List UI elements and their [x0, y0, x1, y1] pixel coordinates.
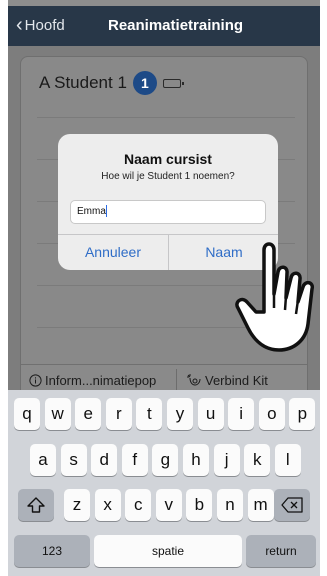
key-t[interactable]: t [136, 398, 163, 430]
backspace-key[interactable] [274, 489, 310, 521]
info-tab-label: Inform...nimatiepop [45, 373, 157, 388]
key-x[interactable]: x [94, 489, 121, 521]
key-k[interactable]: k [244, 444, 271, 476]
key-a[interactable]: a [30, 444, 56, 476]
chevron-left-icon: ‹ [16, 14, 23, 36]
key-q[interactable]: q [14, 398, 40, 430]
text-caret [105, 205, 107, 218]
dialog-title: Naam cursist [124, 151, 212, 167]
student-name-input[interactable]: Emma [70, 200, 266, 224]
student-header: A Student 1 1 [39, 71, 184, 95]
key-v[interactable]: v [155, 489, 182, 521]
key-r[interactable]: r [105, 398, 132, 430]
key-h[interactable]: h [183, 444, 209, 476]
key-c[interactable]: c [125, 489, 152, 521]
connect-kit-icon [187, 374, 201, 386]
input-value: Emma [77, 206, 106, 217]
page-title: Reanimatietraining [108, 17, 244, 34]
key-w[interactable]: w [44, 398, 71, 430]
dialog-message: Hoe wil je Student 1 noemen? [101, 171, 235, 182]
space-key[interactable]: spatie [94, 535, 242, 567]
key-j[interactable]: j [213, 444, 240, 476]
connect-kit-label: Verbind Kit [205, 373, 268, 388]
battery-icon [162, 78, 184, 88]
key-e[interactable]: e [75, 398, 102, 430]
key-m[interactable]: m [247, 489, 274, 521]
back-label: Hoofd [24, 16, 65, 34]
student-number-badge: 1 [132, 71, 157, 95]
key-l[interactable]: l [274, 444, 301, 476]
info-tab[interactable]: Inform...nimatiepop [29, 373, 156, 388]
key-p[interactable]: p [289, 398, 316, 430]
grid-line [37, 117, 295, 118]
key-f[interactable]: f [121, 444, 148, 476]
numbers-key[interactable]: 123 [14, 535, 90, 567]
cancel-button[interactable]: Annuleer [58, 234, 168, 270]
return-key[interactable]: return [246, 535, 316, 567]
key-d[interactable]: d [91, 444, 118, 476]
key-i[interactable]: i [228, 398, 255, 430]
connect-kit-tab[interactable]: Verbind Kit [186, 373, 268, 388]
key-g[interactable]: g [152, 444, 179, 476]
student-name: A Student 1 [39, 73, 127, 92]
pointing-hand-icon [235, 242, 315, 352]
key-o[interactable]: o [258, 398, 285, 430]
on-screen-keyboard: qwertyuiop asdfghjkl zxcvbnm 123 spatie … [8, 390, 320, 576]
key-z[interactable]: z [64, 489, 90, 521]
shift-icon [27, 497, 45, 513]
key-n[interactable]: n [217, 489, 243, 521]
back-button[interactable]: ‹ Hoofd [16, 14, 65, 36]
key-y[interactable]: y [167, 398, 193, 430]
key-s[interactable]: s [60, 444, 87, 476]
info-icon [29, 374, 42, 387]
backspace-icon [281, 497, 303, 513]
key-b[interactable]: b [186, 489, 213, 521]
key-u[interactable]: u [197, 398, 224, 430]
shift-key[interactable] [18, 489, 54, 521]
navigation-bar: ‹ Hoofd Reanimatietraining [8, 6, 320, 46]
